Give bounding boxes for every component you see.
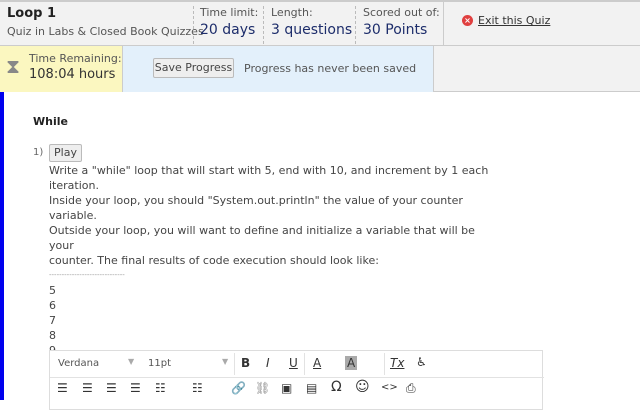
length-label: Length:: [271, 6, 313, 19]
output-line: 5: [49, 284, 56, 297]
quiz-title-block: Loop 1 Quiz in Labs & Closed Book Quizze…: [7, 6, 204, 44]
time-remaining: ⧗ Time Remaining: 108:04 hours: [0, 46, 123, 92]
link-icon[interactable]: 🔗: [231, 381, 246, 395]
question-line: Write a "while" loop that will start wit…: [49, 164, 489, 192]
length: Length: 3 questions: [271, 6, 352, 44]
numbered-list-icon[interactable]: ☷: [192, 381, 203, 395]
section-title: While: [33, 115, 68, 128]
left-accent-bar: [0, 92, 4, 400]
time-remaining-value: 108:04 hours: [29, 67, 116, 82]
time-limit-label: Time limit:: [200, 6, 259, 19]
italic-button[interactable]: I: [266, 356, 270, 370]
question-line: Outside your loop, you will want to defi…: [49, 224, 475, 252]
font-size-select[interactable]: 11pt: [148, 358, 171, 369]
score-label: Scored out of:: [363, 6, 440, 19]
quiz-subtitle: Quiz in Labs & Closed Book Quizzes: [7, 25, 204, 38]
time-remaining-label: Time Remaining:: [29, 52, 122, 65]
print-icon[interactable]: ⎙: [406, 381, 416, 396]
output-line: 6: [49, 299, 56, 312]
emoji-button[interactable]: ☺: [355, 379, 370, 395]
exit-quiz-label: Exit this Quiz: [478, 14, 551, 27]
align-right-icon[interactable]: ☰: [106, 381, 117, 395]
bullet-list-icon[interactable]: ☷: [155, 381, 166, 395]
save-area: Save Progress Progress has never been sa…: [123, 46, 434, 92]
bold-button[interactable]: B: [241, 356, 250, 370]
editor-toolbar: Verdana ▼ 11pt ▼ B I U A A Tx ♿ ☰ ☰ ☰ ☰ …: [49, 350, 544, 410]
save-progress-button[interactable]: Save Progress: [153, 58, 234, 78]
media-icon[interactable]: ▤: [306, 381, 317, 395]
question-line: counter. The final results of code execu…: [49, 254, 379, 267]
source-code-button[interactable]: <>: [381, 382, 398, 393]
hourglass-icon: ⧗: [6, 54, 21, 78]
quiz-title: Loop 1: [7, 6, 57, 21]
score-value: 30 Points: [363, 22, 428, 38]
chevron-down-icon: ▼: [222, 357, 229, 366]
output-line: 7: [49, 314, 56, 327]
time-limit: Time limit: 20 days: [200, 6, 258, 44]
time-limit-value: 20 days: [200, 22, 256, 38]
score: Scored out of: 30 Points: [363, 6, 440, 44]
question-number: 1): [33, 147, 44, 158]
output-divider: ------------------------------: [49, 271, 125, 279]
play-button[interactable]: Play: [49, 144, 82, 162]
image-icon[interactable]: ▣: [281, 381, 292, 395]
length-value: 3 questions: [271, 22, 353, 38]
text-color-button[interactable]: A: [313, 356, 321, 370]
special-character-button[interactable]: Ω: [331, 379, 342, 395]
question-line: Inside your loop, you should "System.out…: [49, 194, 463, 222]
background-color-button[interactable]: A: [345, 356, 358, 370]
align-center-icon[interactable]: ☰: [82, 381, 93, 395]
question-text: Write a "while" loop that will start wit…: [49, 163, 499, 373]
chevron-down-icon: ▼: [128, 357, 135, 366]
unlink-icon[interactable]: ⛓: [255, 381, 270, 395]
font-family-select[interactable]: Verdana: [58, 358, 99, 369]
save-status: Progress has never been saved: [244, 62, 417, 75]
accessibility-icon[interactable]: ♿: [416, 355, 427, 369]
justify-icon[interactable]: ☰: [130, 381, 141, 395]
quiz-header: Loop 1 Quiz in Labs & Closed Book Quizze…: [0, 0, 640, 46]
output-line: 8: [49, 329, 56, 342]
close-icon: ×: [462, 15, 473, 26]
clear-formatting-button[interactable]: Tx: [390, 356, 404, 370]
underline-button[interactable]: U: [289, 356, 298, 370]
align-left-icon[interactable]: ☰: [57, 381, 68, 395]
exit-quiz-link[interactable]: × Exit this Quiz: [462, 14, 550, 27]
status-bar: ⧗ Time Remaining: 108:04 hours Save Prog…: [0, 46, 640, 92]
